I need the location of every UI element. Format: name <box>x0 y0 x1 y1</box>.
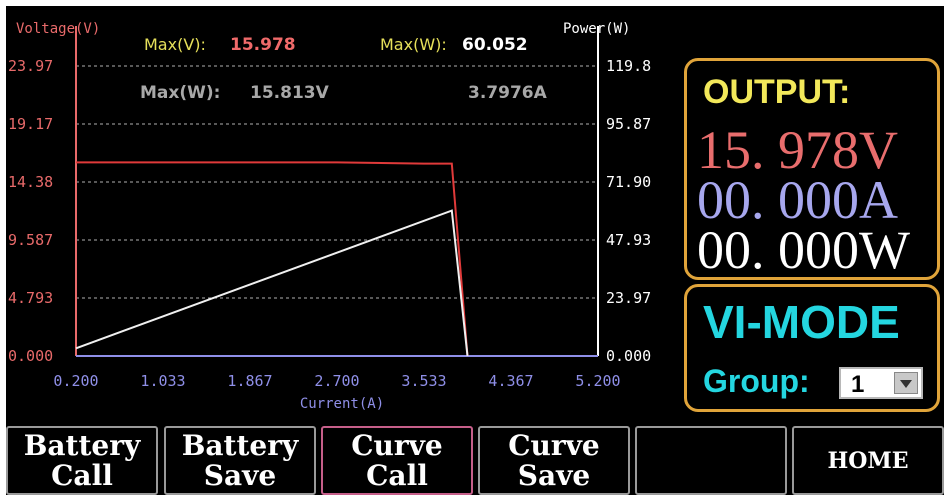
group-select[interactable]: 1 <box>839 367 923 399</box>
current-axis-label: Current(A) <box>300 396 384 412</box>
power-series-line <box>75 209 469 357</box>
current-tick-label: 4.367 <box>488 372 533 390</box>
curve-save-button[interactable]: Curve Save <box>478 426 630 495</box>
current-tick-label: 1.867 <box>227 372 272 390</box>
max-power-label: Max(W): <box>380 35 447 54</box>
output-power: 00. 000W <box>697 220 910 280</box>
voltage-tick-label: 4.793 <box>8 289 53 307</box>
max-power-point-current: 3.7976A <box>468 83 548 103</box>
output-current: 00. 000A <box>697 170 898 230</box>
battery-save-button[interactable]: Battery Save <box>164 426 316 495</box>
group-value: 1 <box>851 371 865 398</box>
curve-call-button[interactable]: Curve Call <box>321 426 473 495</box>
current-tick-label: 2.700 <box>314 372 359 390</box>
power-axis-label: Power(W) <box>563 21 630 37</box>
chevron-down-icon[interactable] <box>894 372 918 394</box>
vi-curve-chart: Voltage(V) Power(W) Current(A) 0.000 4.793 9.… <box>8 21 651 412</box>
output-title: OUTPUT: <box>703 73 851 111</box>
max-voltage-value: 15.978 <box>230 35 296 55</box>
voltage-tick-label: 9.587 <box>8 231 53 249</box>
power-tick-label: 0.000 <box>606 347 651 365</box>
power-tick-label: 23.97 <box>606 289 651 307</box>
output-voltage: 15. 978V <box>697 120 898 180</box>
voltage-tick-label: 19.17 <box>8 115 53 133</box>
home-button[interactable]: HOME <box>792 426 944 495</box>
button-bar: Battery Call Battery Save Curve Call Curve … <box>6 426 944 495</box>
max-power-point-voltage: 15.813V <box>250 83 330 103</box>
output-panel: OUTPUT: 15. 978V 00. 000A 00. 000W <box>684 58 940 280</box>
max-voltage-label: Max(V): <box>144 35 206 54</box>
blank-button[interactable] <box>635 426 787 495</box>
voltage-tick-label: 23.97 <box>8 57 53 75</box>
current-tick-label: 5.200 <box>575 372 620 390</box>
group-label: Group: <box>703 363 810 399</box>
voltage-tick-label: 0.000 <box>8 347 53 365</box>
battery-call-button[interactable]: Battery Call <box>6 426 158 495</box>
power-tick-label: 47.93 <box>606 231 651 249</box>
mode-title: VI-MODE <box>703 296 900 348</box>
current-tick-label: 3.533 <box>401 372 446 390</box>
mode-panel: VI-MODE Group: 1 <box>684 284 940 412</box>
voltage-axis-label: Voltage(V) <box>16 21 100 37</box>
max-power-point-label: Max(W): <box>140 83 220 103</box>
power-tick-label: 119.8 <box>606 57 651 75</box>
voltage-tick-label: 14.38 <box>8 173 53 191</box>
current-tick-label: 1.033 <box>140 372 185 390</box>
power-tick-label: 95.87 <box>606 115 651 133</box>
max-power-value: 60.052 <box>462 35 528 55</box>
device-screen: Voltage(V) Power(W) Current(A) 0.000 4.793 9.… <box>6 6 944 495</box>
current-tick-label: 0.200 <box>53 372 98 390</box>
power-tick-label: 71.90 <box>606 173 651 191</box>
